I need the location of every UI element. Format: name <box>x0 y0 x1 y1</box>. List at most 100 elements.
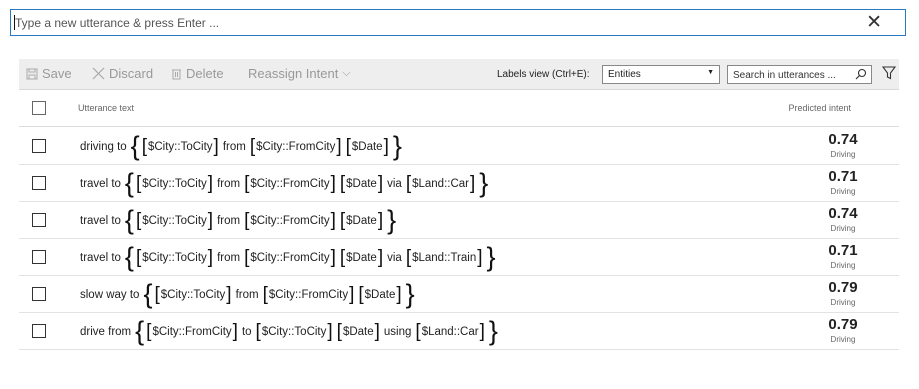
utterance-text[interactable]: drive from{[$City::FromCity] to[$City::To… <box>80 313 500 350</box>
entity-close-bracket: ] <box>374 321 380 342</box>
pattern-open-brace: { <box>135 316 145 346</box>
intent-name[interactable]: Driving <box>823 335 863 344</box>
table-row: travel to{[$City::ToCity] from[$City::Fro… <box>19 239 899 276</box>
pattern-close-brace: } <box>479 168 489 198</box>
dropdown-arrow-icon: ▼ <box>707 69 714 76</box>
utterance-word: via <box>387 177 402 190</box>
toolbar: Save Discard Delete Reassign Intent ⌵ La… <box>19 59 899 90</box>
intent-name[interactable]: Driving <box>823 187 863 196</box>
utterance-word: from <box>235 288 259 301</box>
intent-name[interactable]: Driving <box>823 298 863 307</box>
entity-label[interactable]: $City::FromCity <box>250 178 329 190</box>
trash-icon <box>172 69 181 79</box>
entity-label[interactable]: $Date <box>346 178 377 190</box>
row-checkbox[interactable] <box>32 139 46 153</box>
pattern-open-brace: { <box>130 131 140 161</box>
close-icon[interactable]: ✕ <box>866 12 882 34</box>
entity-label[interactable]: $Land::Car <box>422 326 479 338</box>
entity-label[interactable]: $City::ToCity <box>142 178 207 190</box>
labels-view-value: Entities <box>608 69 641 80</box>
entity-label[interactable]: $City::FromCity <box>250 215 329 227</box>
table-row: driving to{[$City::ToCity] from[$City::Fr… <box>19 128 899 165</box>
search-icon[interactable] <box>855 68 867 80</box>
entity-close-bracket: ] <box>396 284 402 305</box>
utterance-text[interactable]: travel to{[$City::ToCity] from[$City::Fro… <box>80 165 490 202</box>
entity-close-bracket: ] <box>479 321 485 342</box>
save-button[interactable]: Save <box>26 66 72 81</box>
discard-label: Discard <box>109 66 154 81</box>
entity-open-bracket: [ <box>405 173 412 194</box>
score-value: 0.74 <box>828 131 858 148</box>
utterance-word: via <box>387 251 402 264</box>
intent-name[interactable]: Driving <box>823 224 863 233</box>
entity-label[interactable]: $City::ToCity <box>142 252 207 264</box>
save-icon <box>26 68 38 79</box>
entity-close-bracket: ] <box>477 247 483 268</box>
select-all-checkbox[interactable] <box>32 101 46 115</box>
entity-label[interactable]: $City::FromCity <box>250 252 329 264</box>
entity-open-bracket: [ <box>345 136 351 157</box>
new-utterance-input[interactable] <box>15 14 815 32</box>
intent-name[interactable]: Driving <box>823 261 863 270</box>
entity-label[interactable]: $Date <box>346 215 377 227</box>
entity-close-bracket: ] <box>383 136 389 157</box>
entity-open-bracket: [ <box>339 247 346 268</box>
entity-label[interactable]: $City::FromCity <box>256 141 335 153</box>
entity-close-bracket: ] <box>207 210 214 231</box>
delete-button[interactable]: Delete <box>171 66 224 81</box>
pattern-open-brace: { <box>143 279 153 309</box>
table-row: drive from{[$City::FromCity] to[$City::To… <box>19 313 899 350</box>
utterance-search-input[interactable] <box>733 68 853 82</box>
entity-label[interactable]: $City::ToCity <box>142 215 207 227</box>
utterance-word: from <box>217 214 241 227</box>
entity-close-bracket: ] <box>330 173 336 194</box>
new-utterance-box[interactable]: ✕ <box>10 9 906 36</box>
entity-label[interactable]: $Date <box>343 326 374 338</box>
entity-label[interactable]: $City::FromCity <box>152 326 231 338</box>
row-checkbox[interactable] <box>32 324 46 338</box>
pattern-open-brace: { <box>124 242 134 272</box>
entity-open-bracket: [ <box>146 321 152 342</box>
entity-close-bracket: ] <box>213 136 219 157</box>
entity-open-bracket: [ <box>154 284 160 305</box>
entity-open-bracket: [ <box>415 321 421 342</box>
entity-close-bracket: ] <box>330 247 336 268</box>
utterance-text[interactable]: slow way to{[$City::ToCity] from[$City::F… <box>80 276 417 313</box>
entity-label[interactable]: $Date <box>352 141 383 153</box>
entity-close-bracket: ] <box>232 321 238 342</box>
labels-view-dropdown[interactable]: Entities ▼ <box>602 65 720 84</box>
entity-label[interactable]: $Land::Train <box>412 252 476 264</box>
intent-name[interactable]: Driving <box>823 150 863 159</box>
utterance-word: drive from <box>80 325 132 338</box>
utterance-word: travel to <box>80 251 121 264</box>
utterance-search-box[interactable] <box>727 65 872 84</box>
row-checkbox[interactable] <box>32 250 46 264</box>
entity-open-bracket: [ <box>135 247 142 268</box>
entity-label[interactable]: $Date <box>365 289 396 301</box>
discard-button[interactable]: Discard <box>92 66 153 81</box>
predicted-intent-score: 0.79 Driving <box>823 278 863 307</box>
entity-label[interactable]: $City::ToCity <box>161 289 226 301</box>
entity-label[interactable]: $City::ToCity <box>262 326 327 338</box>
entity-close-bracket: ] <box>377 210 384 231</box>
entity-close-bracket: ] <box>377 173 384 194</box>
row-checkbox[interactable] <box>32 213 46 227</box>
utterance-text[interactable]: travel to{[$City::ToCity] from[$City::Fro… <box>80 202 398 239</box>
score-value: 0.71 <box>828 168 858 185</box>
entity-label[interactable]: $City::FromCity <box>269 289 348 301</box>
reassign-intent-button[interactable]: Reassign Intent ⌵ <box>248 66 351 81</box>
entity-label[interactable]: $Date <box>346 252 377 264</box>
entity-label[interactable]: $Land::Car <box>412 178 469 190</box>
utterance-word: to <box>241 325 252 338</box>
predicted-intent-score: 0.79 Driving <box>823 315 863 344</box>
entity-close-bracket: ] <box>349 284 355 305</box>
labels-view-label: Labels view (Ctrl+E): <box>497 69 590 80</box>
utterance-text[interactable]: travel to{[$City::ToCity] from[$City::Fro… <box>80 239 498 276</box>
predicted-intent-score: 0.74 Driving <box>823 130 863 159</box>
pattern-close-brace: } <box>392 131 402 161</box>
row-checkbox[interactable] <box>32 176 46 190</box>
filter-icon[interactable] <box>882 66 896 80</box>
row-checkbox[interactable] <box>32 287 46 301</box>
utterance-text[interactable]: driving to{[$City::ToCity] from[$City::Fr… <box>80 128 404 165</box>
entity-label[interactable]: $City::ToCity <box>148 141 213 153</box>
